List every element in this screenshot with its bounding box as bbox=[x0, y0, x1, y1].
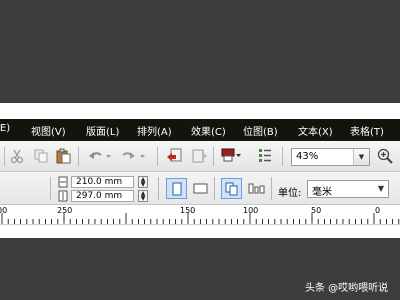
ruler-label: 0 bbox=[375, 206, 381, 215]
horizontal-ruler[interactable]: 00 250 150 100 50 0 bbox=[0, 205, 400, 225]
ruler-label: 150 bbox=[180, 206, 196, 215]
page-width-spinner[interactable]: ▲ ▼ bbox=[138, 176, 148, 188]
import-icon[interactable] bbox=[166, 147, 182, 165]
property-bar: 210.0 mm ▲ ▼ 297.0 mm ▲ ▼ 单位: 毫米 ▼ bbox=[0, 172, 400, 205]
background-top bbox=[0, 0, 400, 103]
paste-icon[interactable] bbox=[56, 148, 71, 164]
chevron-down-icon[interactable]: ▼ bbox=[378, 184, 384, 193]
window-top-strip bbox=[0, 103, 400, 119]
menu-view[interactable]: 视图(V) bbox=[31, 123, 66, 138]
cut-icon[interactable] bbox=[10, 149, 24, 163]
canvas-area[interactable] bbox=[0, 225, 400, 238]
zoom-level-select[interactable]: 43% ▼ bbox=[291, 148, 370, 166]
page-height-input[interactable]: 297.0 mm bbox=[71, 190, 134, 202]
zoom-level-value: 43% bbox=[296, 151, 319, 162]
units-value: 毫米 bbox=[312, 187, 332, 198]
toolbar-separator bbox=[4, 147, 5, 166]
menu-bar: (E) 视图(V) 版面(L) 排列(A) 效果(C) 位图(B) 文本(X) … bbox=[0, 119, 400, 141]
standard-toolbar: 43% ▼ bbox=[0, 141, 400, 172]
page-height-spinner[interactable]: ▲ ▼ bbox=[138, 190, 148, 202]
menu-bitmaps[interactable]: 位图(B) bbox=[243, 123, 278, 138]
menu-text[interactable]: 文本(X) bbox=[298, 123, 333, 138]
portrait-icon bbox=[172, 182, 182, 196]
menu-edit[interactable]: (E) bbox=[0, 123, 10, 134]
current-page-icon[interactable] bbox=[248, 181, 266, 195]
toolbar-separator bbox=[271, 177, 272, 200]
toolbar-separator bbox=[157, 147, 158, 166]
publish-pdf-icon[interactable] bbox=[220, 147, 242, 165]
all-pages-button[interactable] bbox=[221, 178, 242, 199]
export-icon[interactable] bbox=[192, 147, 208, 165]
chevron-down-icon[interactable]: ▼ bbox=[353, 149, 369, 165]
zoom-in-icon[interactable] bbox=[377, 148, 393, 164]
page-width-icon bbox=[58, 176, 68, 188]
application-launcher-icon[interactable] bbox=[258, 148, 272, 164]
ruler-label: 100 bbox=[243, 206, 259, 215]
menu-table[interactable]: 表格(T) bbox=[350, 123, 384, 138]
toolbar-separator bbox=[282, 147, 283, 166]
undo-icon[interactable] bbox=[88, 149, 112, 163]
watermark-text: 头条 @哎哟喂听说 bbox=[305, 283, 389, 294]
landscape-icon[interactable] bbox=[193, 182, 209, 196]
units-label: 单位: bbox=[278, 188, 302, 199]
toolbar-separator bbox=[158, 177, 159, 200]
menu-layout[interactable]: 版面(L) bbox=[86, 123, 119, 138]
units-select[interactable]: 毫米 ▼ bbox=[307, 180, 389, 198]
redo-icon[interactable] bbox=[120, 149, 146, 163]
menu-effects[interactable]: 效果(C) bbox=[191, 123, 226, 138]
toolbar-separator bbox=[78, 147, 79, 166]
portrait-button[interactable] bbox=[166, 178, 187, 199]
ruler-label: 50 bbox=[311, 206, 322, 215]
page-width-input[interactable]: 210.0 mm bbox=[71, 176, 134, 188]
page-height-icon bbox=[58, 190, 68, 202]
ruler-label: 250 bbox=[57, 206, 73, 215]
all-pages-icon bbox=[225, 182, 238, 196]
toolbar-separator bbox=[50, 177, 51, 200]
copy-icon[interactable] bbox=[34, 149, 48, 163]
ruler-label: 00 bbox=[0, 206, 8, 215]
toolbar-separator bbox=[214, 177, 215, 200]
menu-arrange[interactable]: 排列(A) bbox=[137, 123, 172, 138]
toolbar-separator bbox=[213, 147, 214, 166]
